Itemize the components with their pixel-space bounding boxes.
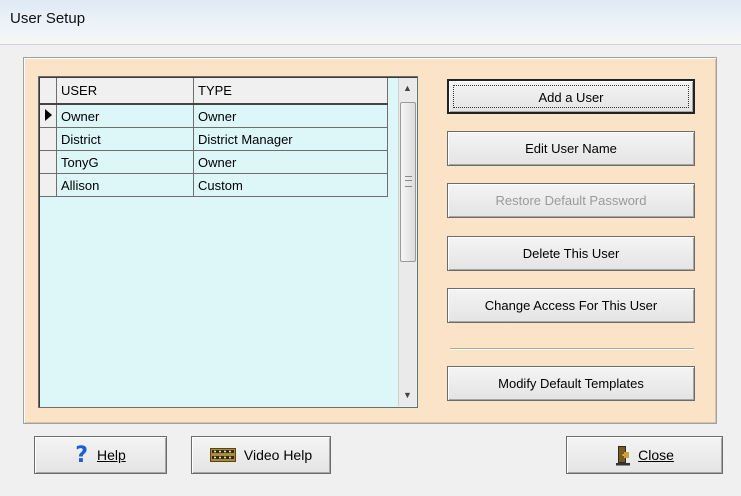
scroll-down-icon[interactable]: ▼ (399, 387, 416, 404)
close-label: Close (638, 447, 674, 463)
table-row[interactable]: Owner Owner (40, 104, 388, 128)
table-row[interactable]: TonyG Owner (40, 150, 388, 174)
film-reel-icon (209, 448, 236, 462)
restore-default-password-button: Restore Default Password (447, 183, 695, 218)
video-help-label: Video Help (243, 447, 313, 463)
cell-type[interactable]: Owner (193, 150, 388, 174)
delete-user-button[interactable]: Delete This User (447, 236, 695, 271)
row-indicator (40, 104, 57, 128)
close-button[interactable]: Close (566, 436, 723, 474)
video-help-button[interactable]: Video Help (191, 436, 331, 474)
user-table: USER TYPE Owner Owner District District … (40, 78, 388, 197)
modify-default-templates-button[interactable]: Modify Default Templates (447, 366, 695, 401)
edit-user-name-button[interactable]: Edit User Name (447, 131, 695, 166)
row-indicator (40, 173, 57, 197)
row-indicator (40, 150, 57, 174)
cell-type[interactable]: District Manager (193, 127, 388, 151)
table-row[interactable]: District District Manager (40, 127, 388, 151)
door-exit-icon (616, 446, 631, 466)
header-row: USER TYPE (40, 78, 388, 105)
restore-default-password-label: Restore Default Password (495, 193, 647, 208)
modify-default-templates-label: Modify Default Templates (498, 376, 644, 391)
add-user-button[interactable]: Add a User (447, 79, 695, 114)
help-label: Help (96, 447, 126, 463)
cell-user[interactable]: Owner (56, 104, 194, 128)
edit-user-name-label: Edit User Name (525, 141, 617, 156)
column-header-user[interactable]: USER (56, 78, 194, 105)
column-header-type[interactable]: TYPE (193, 78, 388, 105)
row-indicator (40, 127, 57, 151)
row-indicator-header (40, 78, 57, 105)
scrollbar-thumb[interactable] (400, 102, 416, 262)
grid-scrollbar[interactable]: ▲ ▼ (398, 78, 416, 406)
cell-user[interactable]: Allison (56, 173, 194, 197)
question-mark-icon: ? (75, 442, 88, 468)
focus-rectangle (453, 85, 689, 108)
row-pointer-icon (45, 108, 52, 121)
scroll-up-icon[interactable]: ▲ (399, 80, 416, 97)
user-grid[interactable]: USER TYPE Owner Owner District District … (38, 76, 418, 408)
table-row[interactable]: Allison Custom (40, 173, 388, 197)
cell-type[interactable]: Owner (193, 104, 388, 128)
cell-user[interactable]: District (56, 127, 194, 151)
cell-type[interactable]: Custom (193, 173, 388, 197)
separator (450, 348, 694, 350)
window-title: User Setup (10, 10, 86, 27)
change-access-label: Change Access For This User (484, 298, 658, 313)
title-bar: User Setup (0, 0, 741, 45)
grip-icon (405, 176, 412, 187)
delete-user-label: Delete This User (522, 246, 620, 261)
help-button[interactable]: ? Help (34, 436, 167, 474)
cell-user[interactable]: TonyG (56, 150, 194, 174)
change-access-button[interactable]: Change Access For This User (447, 288, 695, 323)
